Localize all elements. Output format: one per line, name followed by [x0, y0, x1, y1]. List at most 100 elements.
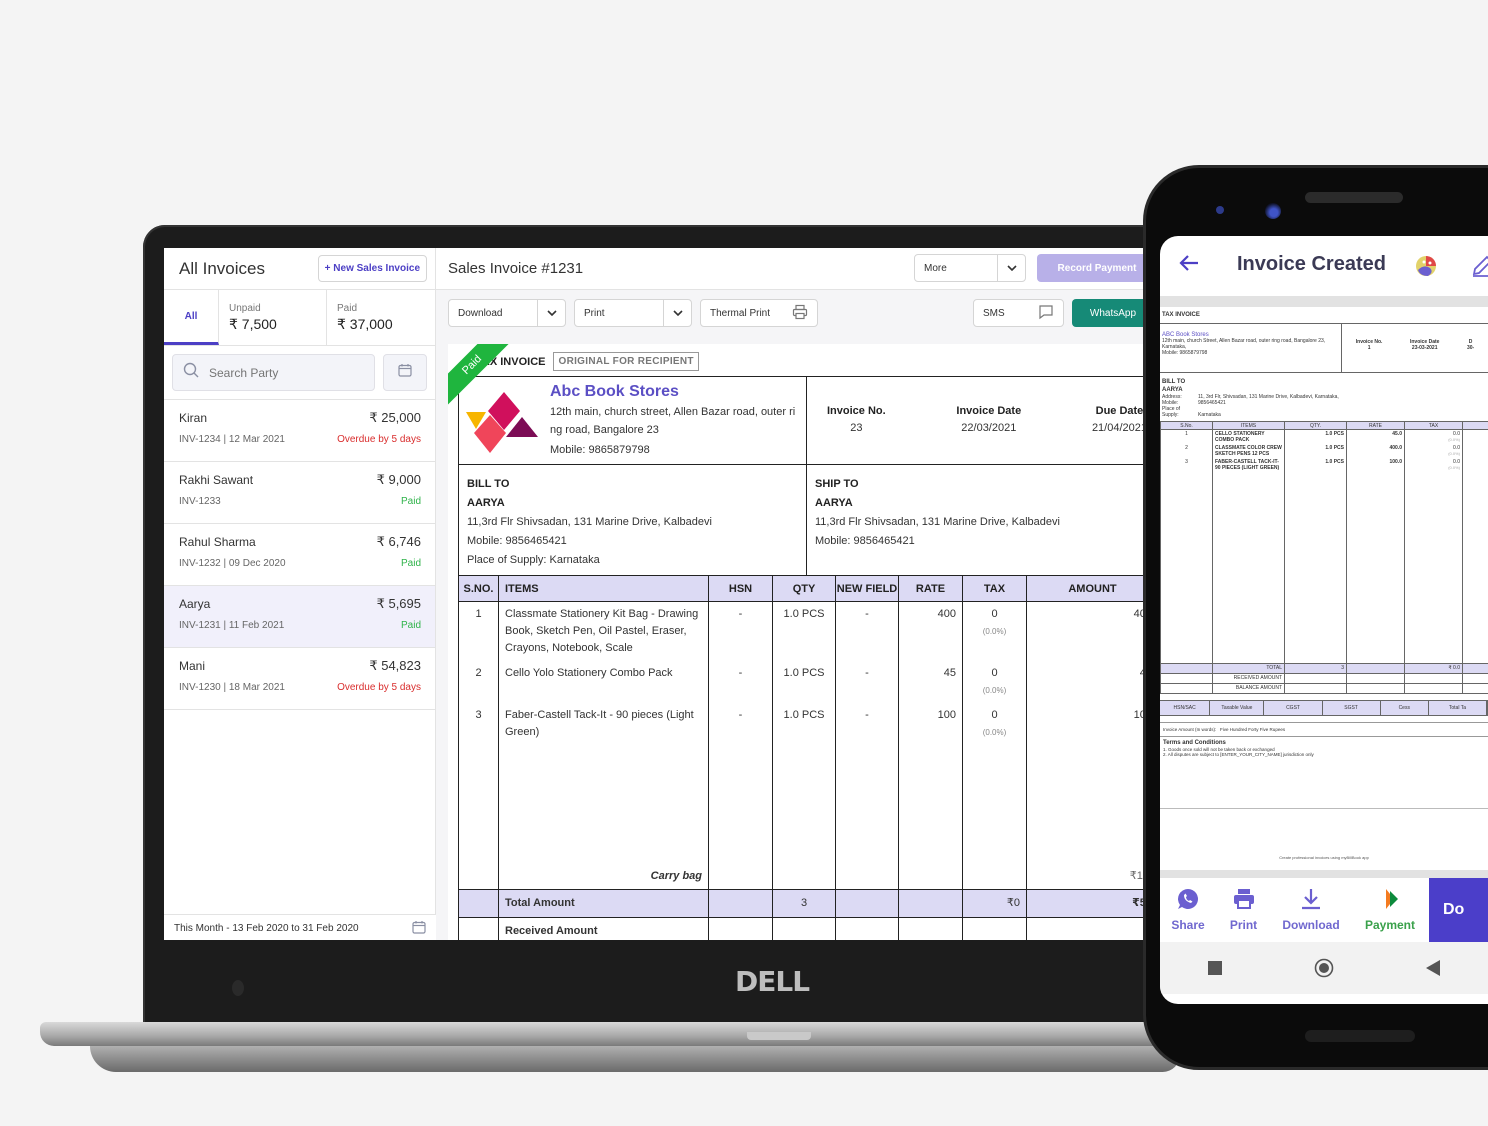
- column-header: QTY: [772, 575, 836, 602]
- bill-to-mobile: Mobile: 9856465421: [467, 535, 567, 547]
- payment-button[interactable]: Payment: [1351, 878, 1429, 942]
- thermal-print-label: Thermal Print: [710, 307, 771, 319]
- invoice-item-top-row: Kiran ₹ 25,000: [179, 410, 421, 426]
- company-mobile: Mobile: 9865879798: [550, 444, 650, 456]
- invoice-list-item[interactable]: Mani ₹ 54,823 INV-1230 | 18 Mar 2021 Ove…: [164, 648, 435, 710]
- items-table: S.NO. ITEMS HSN QTY NEW FIELD RATE TAX AMOUNT 1…: [458, 575, 1154, 940]
- items-header-row: S.NO. ITEMS HSN QTY NEW FIELD RATE TAX AMOUNT: [458, 575, 1154, 602]
- summary-qty: [772, 916, 836, 940]
- phone-summary-label: BALANCE AMOUNT: [1212, 682, 1285, 694]
- calendar-icon[interactable]: [412, 920, 426, 937]
- item-qty: 1.0 PCS: [772, 601, 836, 661]
- tab-unpaid[interactable]: Unpaid ₹ 7,500: [219, 290, 327, 345]
- seller-section: Abc Book Stores 12th main, church street…: [458, 376, 1154, 464]
- item-hsn: -: [708, 703, 773, 773]
- download-label: Download: [458, 307, 503, 319]
- column-header: HSN: [708, 575, 773, 602]
- invoice-list-item[interactable]: Rahul Sharma ₹ 6,746 INV-1232 | 09 Dec 2…: [164, 524, 435, 586]
- party-name: Rahul Sharma: [179, 535, 256, 549]
- phone-divider: [1160, 869, 1488, 878]
- print-button[interactable]: Print: [1216, 878, 1271, 942]
- summary-amount: ₹55: [1026, 888, 1154, 918]
- phone-company-address: 12th main, church Street, Allen Bazar ro…: [1162, 338, 1326, 350]
- status-badge: Paid: [400, 496, 421, 507]
- item-tax-value: 0: [991, 667, 998, 679]
- phone-summary-tax: [1404, 682, 1463, 694]
- empty-cell: [835, 916, 899, 940]
- palette-icon[interactable]: [1414, 254, 1438, 278]
- due-date-label: Due Date: [1095, 405, 1144, 417]
- summary-label: Received Amount: [498, 916, 709, 940]
- item-tax-value: 0: [991, 709, 998, 721]
- date-range-footer[interactable]: This Month - 13 Feb 2020 to 31 Feb 2020: [164, 914, 436, 940]
- laptop-notch: [747, 1032, 811, 1040]
- bill-to-title: BILL TO: [467, 478, 510, 490]
- sms-button[interactable]: SMS: [973, 299, 1064, 327]
- invoice-list-item[interactable]: Aarya ₹ 5,695 INV-1231 | 11 Feb 2021 Pai…: [164, 586, 435, 648]
- item-sno: 3: [458, 703, 499, 773]
- phone-sensor: [1216, 206, 1224, 214]
- edit-pencil-icon[interactable]: [1470, 254, 1488, 278]
- record-payment-button[interactable]: Record Payment: [1037, 254, 1154, 282]
- item-hsn: -: [708, 661, 773, 703]
- tab-all[interactable]: All: [164, 290, 219, 345]
- chevron-down-icon[interactable]: [997, 255, 1025, 281]
- extra-charge-row: Carry bag ₹10.: [458, 773, 1154, 889]
- more-dropdown[interactable]: More: [914, 254, 1026, 282]
- print-dropdown[interactable]: Print: [574, 299, 692, 327]
- invoice-number-field: Invoice No. 23: [827, 405, 886, 464]
- phone-balance-row: BALANCE AMOUNT: [1160, 682, 1488, 694]
- share-button[interactable]: Share: [1160, 878, 1216, 942]
- new-sales-invoice-button[interactable]: + New Sales Invoice: [317, 255, 427, 282]
- empty-cell: [1462, 672, 1488, 684]
- home-icon[interactable]: [1269, 958, 1378, 978]
- chevron-down-icon[interactable]: [663, 300, 691, 326]
- empty-cell: [1462, 444, 1488, 458]
- empty-cell: [898, 888, 963, 918]
- empty-cell: [1346, 662, 1405, 674]
- phone-items-table: S.No.ITEMSQTY.RATETAXAI 1 CELLO STATIONE…: [1160, 421, 1488, 694]
- whatsapp-button[interactable]: WhatsApp: [1072, 299, 1154, 327]
- empty-cell: [898, 773, 963, 889]
- summary-qty: 3: [772, 888, 836, 918]
- download-button[interactable]: Download: [1271, 878, 1351, 942]
- phone-seller-info: ABC Book Stores 12th main, church Street…: [1160, 324, 1342, 372]
- recent-apps-icon[interactable]: [1160, 960, 1269, 975]
- invoice-list-item[interactable]: Kiran ₹ 25,000 INV-1234 | 12 Mar 2021 Ov…: [164, 400, 435, 462]
- printer-icon: [1232, 887, 1256, 914]
- empty-cell: [458, 916, 499, 940]
- phone-item-qty: 1.0 PCS: [1284, 458, 1347, 663]
- empty-cell: [1462, 429, 1488, 444]
- item-new-field: -: [835, 601, 899, 661]
- search-party-input[interactable]: [209, 365, 339, 380]
- item-tax-percent: (0.0%): [982, 686, 1007, 695]
- tab-paid[interactable]: Paid ₹ 37,000: [327, 290, 435, 345]
- due-date-value: 21/04/2021: [1091, 422, 1147, 434]
- calendar-icon: [398, 363, 412, 382]
- phone-pos-value: Karnataka: [1198, 412, 1221, 418]
- ship-to-address: 11,3rd Flr Shivsadan, 131 Marine Drive, …: [815, 516, 1060, 528]
- phone-amount-in-words: Invoice Amount (In words): Five Hundred …: [1160, 721, 1488, 736]
- phone-item-sno: 3: [1160, 458, 1213, 663]
- download-dropdown[interactable]: Download: [448, 299, 566, 327]
- item-row: 3 Faber-Castell Tack-It - 90 pieces (Lig…: [458, 703, 1154, 773]
- phone-total-row: TOTAL 3 ₹ 0.0: [1160, 662, 1488, 674]
- bhim-upi-icon: [1378, 887, 1402, 914]
- back-icon[interactable]: [1379, 959, 1488, 976]
- back-arrow-icon[interactable]: [1178, 252, 1200, 281]
- item-name: Cello Yolo Stationery Combo Pack: [498, 661, 709, 703]
- search-party-box[interactable]: [172, 354, 375, 391]
- invoice-detail-header: Sales Invoice #1231 More Record Payment: [436, 248, 1154, 290]
- total-row: Total Amount 3 ₹0 ₹55: [458, 888, 1154, 918]
- invoice-list-item[interactable]: Rakhi Sawant ₹ 9,000 INV-1233 Paid: [164, 462, 435, 524]
- more-label: More: [924, 262, 947, 274]
- done-button[interactable]: Do: [1429, 877, 1488, 942]
- chevron-down-icon[interactable]: [537, 300, 565, 326]
- thermal-print-button[interactable]: Thermal Print: [700, 299, 818, 327]
- date-filter-button[interactable]: [383, 354, 427, 391]
- summary-label: Total Amount: [498, 888, 709, 918]
- empty-cell: [898, 916, 963, 940]
- empty-cell: [835, 888, 899, 918]
- search-row: [164, 346, 435, 400]
- phone-seller-section: ABC Book Stores 12th main, church Street…: [1160, 324, 1488, 373]
